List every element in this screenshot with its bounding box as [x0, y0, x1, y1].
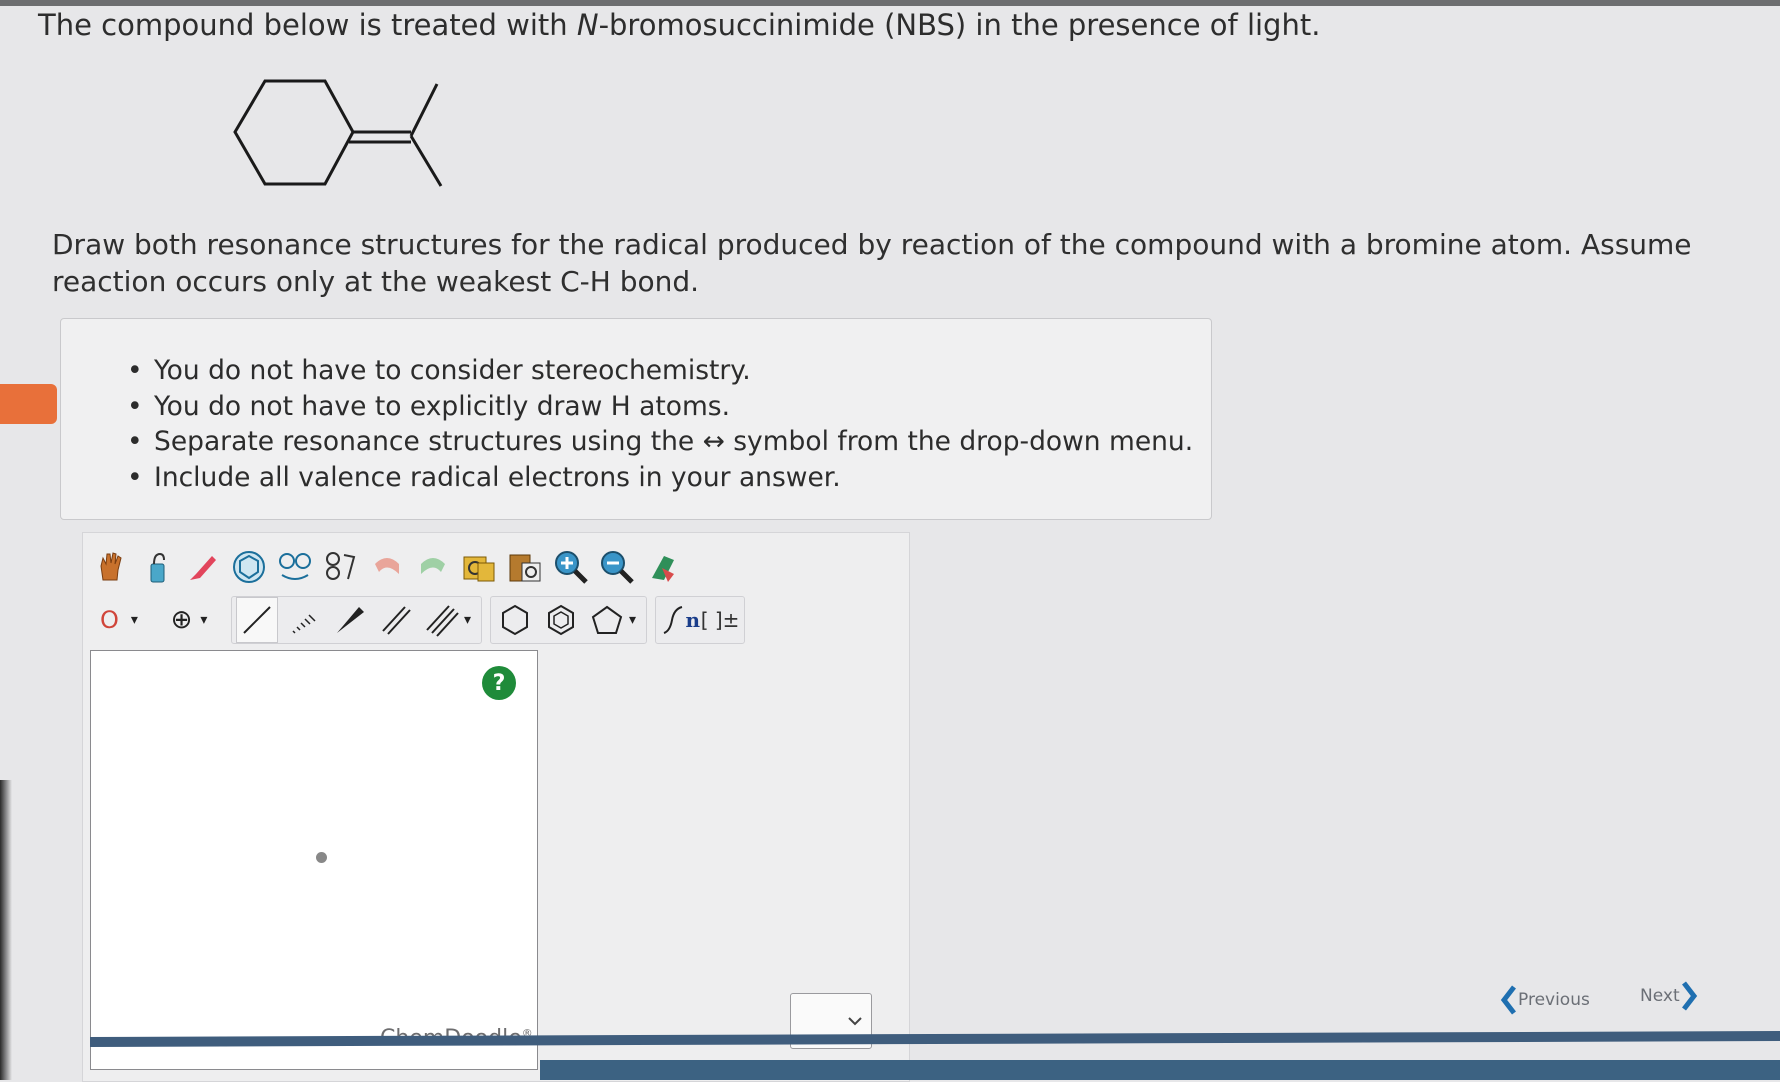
hint-item: • Separate resonance structures using the…: [127, 424, 1193, 460]
bond-tool-group: ▾: [231, 596, 483, 644]
chevron-down-icon[interactable]: ▾: [629, 612, 636, 628]
triple-bond-icon[interactable]: [422, 598, 462, 642]
sgroup-label: n: [685, 608, 701, 632]
side-tab[interactable]: [0, 384, 57, 424]
canvas-center-dot: [316, 852, 327, 863]
toolbar-row-2: O ▾ ⊕ ▾ ▾ ▾ n []±: [91, 595, 753, 645]
hints-box: • You do not have to consider stereochemi…: [60, 318, 1212, 520]
chevron-down-icon: ▾: [200, 612, 208, 628]
cyclohexane-icon[interactable]: [495, 598, 535, 642]
hashed-bond-icon[interactable]: [284, 598, 324, 642]
bullet: •: [127, 390, 143, 422]
hint-item: • Include all valence radical electrons i…: [127, 460, 1193, 496]
element-label: O: [100, 606, 119, 634]
next-button[interactable]: Next: [1640, 980, 1698, 1012]
chevron-down-icon: ▾: [130, 612, 138, 628]
eraser-icon[interactable]: [183, 545, 223, 589]
cyclopentane-icon[interactable]: [587, 598, 627, 642]
template-copy-icon[interactable]: [275, 545, 315, 589]
left-edge-shadow: [0, 780, 12, 1080]
cyclohexane-ring: [233, 79, 355, 186]
bracket-icon[interactable]: [ ]±: [700, 598, 740, 642]
bracket-label: [ ]±: [700, 608, 740, 632]
next-label: Next: [1640, 986, 1680, 1006]
drawing-canvas[interactable]: [90, 650, 538, 1070]
lasso-icon[interactable]: [137, 545, 177, 589]
chevron-down-icon[interactable]: ▾: [464, 612, 471, 628]
toolbar-row-1: [91, 543, 689, 591]
misc-tool-group: n [ ]±: [655, 596, 746, 644]
question-text: The compound below is treated with N-bro…: [38, 8, 1320, 42]
question-italic-n: N: [576, 8, 599, 42]
previous-button[interactable]: Previous: [1500, 984, 1590, 1016]
hint-text: Include all valence radical electrons in…: [154, 461, 841, 493]
paste-icon[interactable]: [505, 545, 545, 589]
top-border: [0, 0, 1780, 6]
double-bond-icon[interactable]: [376, 598, 416, 642]
wedge-bond-icon[interactable]: [330, 598, 370, 642]
sgroup-icon[interactable]: n: [660, 598, 700, 642]
chevron-down-icon: [848, 1017, 862, 1026]
previous-label: Previous: [1518, 990, 1590, 1010]
single-bond-icon[interactable]: [236, 597, 278, 643]
hints-list: • You do not have to consider stereochemi…: [127, 353, 1193, 495]
methyl-up: [409, 83, 439, 137]
methyl-down: [409, 135, 443, 187]
charge-dropdown[interactable]: ⊕ ▾: [159, 598, 225, 642]
help-button[interactable]: ?: [482, 666, 516, 700]
question-part-1: The compound below is treated with: [38, 8, 577, 42]
hint-text: You do not have to consider stereochemis…: [154, 355, 751, 386]
hint-text: You do not have to explicitly draw H ato…: [154, 390, 730, 422]
bullet: •: [127, 355, 143, 386]
hint-item: • You do not have to consider stereochemi…: [127, 353, 1193, 389]
zoom-in-icon[interactable]: [551, 545, 591, 589]
zoom-out-icon[interactable]: [597, 545, 637, 589]
compound-structure: [233, 79, 443, 187]
ring-tool-group: ▾: [490, 596, 648, 644]
ring-template-icon[interactable]: [229, 545, 269, 589]
benzene-icon[interactable]: [541, 598, 581, 642]
bottom-strip: [540, 1060, 1780, 1080]
bullet: •: [127, 426, 143, 457]
clean-icon[interactable]: [643, 545, 683, 589]
hand-icon[interactable]: [91, 545, 131, 589]
question-part-2: -bromosuccinimide (NBS) in the presence …: [598, 8, 1321, 42]
charge-label: ⊕: [170, 605, 193, 635]
template-flip-icon[interactable]: [321, 545, 361, 589]
chevron-left-icon: [1500, 985, 1516, 1015]
chevron-right-icon: [1681, 981, 1697, 1011]
bullet: •: [127, 461, 143, 493]
instruction-text: Draw both resonance structures for the r…: [52, 228, 1692, 298]
copy-icon[interactable]: [459, 545, 499, 589]
element-dropdown[interactable]: O ▾: [91, 598, 153, 642]
hint-item: • You do not have to explicitly draw H at…: [127, 389, 1193, 425]
undo-icon[interactable]: [367, 545, 407, 589]
redo-icon[interactable]: [413, 545, 453, 589]
hint-text: Separate resonance structures using the …: [154, 426, 1194, 457]
